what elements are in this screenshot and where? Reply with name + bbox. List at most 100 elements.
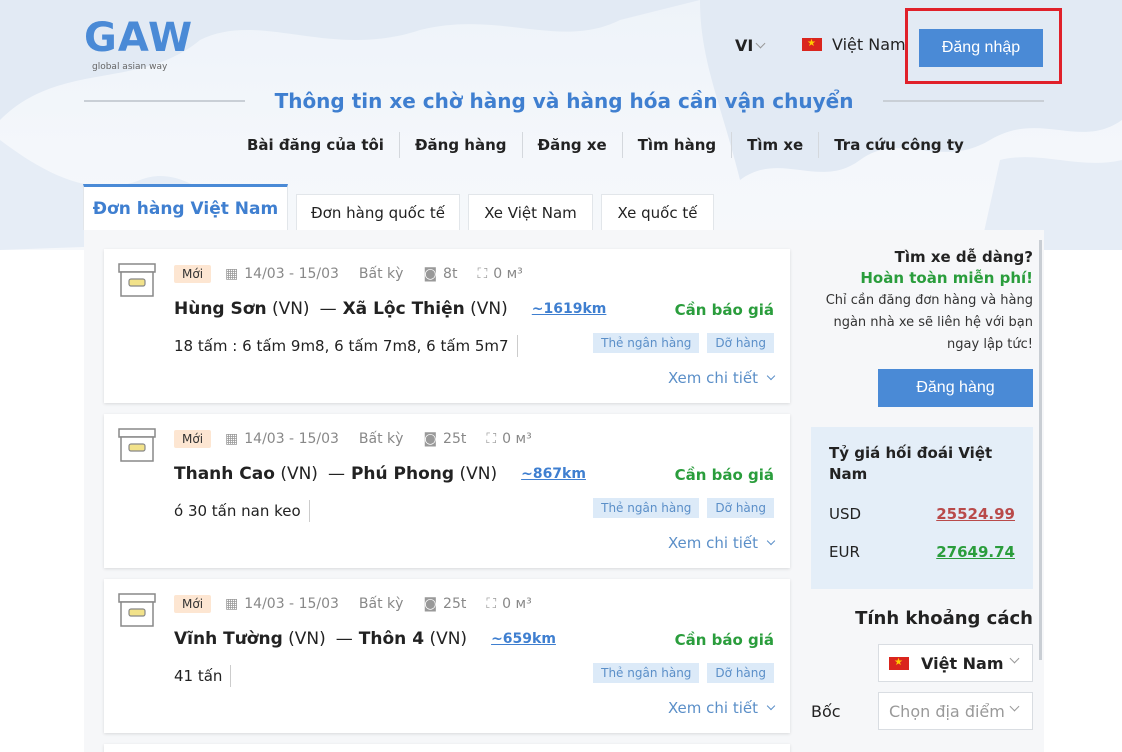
calendar-icon: ▦: [225, 596, 239, 612]
fx-row-usd: USD 25524.99: [829, 505, 1015, 523]
tab-international-vehicles[interactable]: Xe quốc tế: [601, 194, 714, 230]
logo[interactable]: GAW global asian way: [84, 16, 193, 72]
order-weight: 25t: [443, 596, 467, 612]
vietnam-flag-icon: [889, 656, 909, 670]
distance-link[interactable]: ~867km: [521, 466, 586, 482]
origin-code: (VN): [280, 464, 318, 484]
weight-icon: ◙: [423, 266, 438, 282]
fx-usd-label: USD: [829, 505, 862, 523]
tag-unloading: Dỡ hàng: [707, 333, 774, 353]
order-weight: 8t: [443, 266, 458, 282]
chevron-down-icon: [766, 701, 776, 711]
promo-text: Chỉ cần đăng đơn hàng và hàng ngàn nhà x…: [825, 293, 1033, 352]
promo-block: Tìm xe dễ dàng? Hoàn toàn miễn phí! Chỉ …: [811, 248, 1033, 356]
fx-eur-label: EUR: [829, 543, 860, 561]
order-route: Hùng Sơn (VN) — Xã Lộc Thiện (VN) ~1619k…: [174, 299, 607, 319]
view-details-label: Xem chi tiết: [667, 534, 758, 552]
cargo-box-icon: [118, 428, 156, 462]
language-selector[interactable]: VI: [735, 36, 766, 55]
order-route: Vĩnh Tường (VN) — Thôn 4 (VN) ~659km: [174, 629, 556, 649]
order-dates: 14/03 - 15/03: [244, 596, 339, 612]
calendar-icon: ▦: [225, 266, 239, 282]
nav-post-cargo[interactable]: Đăng hàng: [398, 132, 522, 158]
chevron-down-icon: [1009, 701, 1020, 712]
view-details-label: Xem chi tiết: [667, 699, 758, 717]
origin-code: (VN): [271, 299, 310, 319]
sidebar: Tìm xe dễ dàng? Hoàn toàn miễn phí! Chỉ …: [811, 230, 1033, 752]
tab-vietnam-orders[interactable]: Đơn hàng Việt Nam: [83, 184, 288, 230]
order-dates: 14/03 - 15/03: [244, 431, 339, 447]
order-volume: 0 м³: [493, 266, 523, 282]
tag-unloading: Dỡ hàng: [707, 498, 774, 518]
order-description: ó 30 tấn nan keo: [174, 500, 310, 522]
chevron-down-icon: [766, 536, 776, 546]
order-volume: 0 м³: [502, 431, 532, 447]
view-details-link[interactable]: Xem chi tiết: [667, 534, 776, 552]
order-weight: 25t: [443, 431, 467, 447]
order-card-partial[interactable]: [104, 744, 790, 752]
order-card[interactable]: Mới ▦ 14/03 - 15/03 Bất kỳ ◙ 25t ⛶ 0 м³ Vĩn…: [104, 579, 790, 733]
order-card[interactable]: Mới ▦ 14/03 - 15/03 Bất kỳ ◙ 25t ⛶ 0 м³ Tha…: [104, 414, 790, 568]
origin-code: (VN): [288, 629, 326, 649]
place-placeholder: Chọn địa điểm: [889, 701, 1005, 721]
chevron-down-icon: [1009, 653, 1020, 664]
destination-name: Phú Phong: [350, 464, 455, 484]
weight-icon: ◙: [423, 596, 438, 612]
volume-icon: ⛶: [477, 266, 488, 282]
place-select[interactable]: Chọn địa điểm: [878, 692, 1033, 730]
nav-my-posts[interactable]: Bài đăng của tôi: [232, 132, 399, 158]
title-divider-right: [883, 100, 1045, 102]
tab-bar: Đơn hàng Việt Nam Đơn hàng quốc tế Xe Vi…: [83, 184, 722, 230]
order-description: 18 tấm : 6 tấm 9m8, 6 tấm 7m8, 6 tấm 5m7: [174, 335, 518, 357]
chevron-down-icon: [755, 38, 766, 49]
cargo-box-icon: [118, 263, 156, 297]
nav-find-vehicle[interactable]: Tìm xe: [731, 132, 818, 158]
origin-name: Hùng Sơn: [174, 299, 267, 319]
distance-link[interactable]: ~1619km: [532, 301, 607, 317]
origin-name: Thanh Cao: [174, 464, 275, 484]
origin-name: Vĩnh Tường: [174, 629, 283, 649]
language-label: VI: [735, 36, 754, 55]
title-divider-left: [84, 100, 245, 102]
new-badge: Mới: [174, 265, 212, 283]
promo-free: Hoàn toàn miễn phí!: [860, 269, 1033, 287]
main-content: Mới ▦ 14/03 - 15/03 Bất kỳ ◙ 8t ⛶ 0 м³ Hùng…: [84, 230, 1044, 752]
nav-post-vehicle[interactable]: Đăng xe: [521, 132, 622, 158]
sidebar-scrollbar[interactable]: [1039, 240, 1042, 660]
nav-company-lookup[interactable]: Tra cứu công ty: [818, 132, 979, 158]
order-meta: Mới ▦ 14/03 - 15/03 Bất kỳ ◙ 25t ⛶ 0 м³: [174, 430, 552, 448]
distance-country-select[interactable]: Việt Nam: [878, 644, 1033, 682]
destination-code: (VN): [429, 629, 468, 649]
login-button[interactable]: Đăng nhập: [919, 29, 1043, 67]
exchange-rate-title: Tỷ giá hối đoái Việt Nam: [829, 444, 993, 483]
order-card[interactable]: Mới ▦ 14/03 - 15/03 Bất kỳ ◙ 8t ⛶ 0 м³ Hùng…: [104, 249, 790, 403]
tab-international-orders[interactable]: Đơn hàng quốc tế: [296, 194, 460, 230]
tab-vietnam-vehicles[interactable]: Xe Việt Nam: [468, 194, 593, 230]
tag-bank-card: Thẻ ngân hàng: [593, 498, 700, 518]
order-dates: 14/03 - 15/03: [244, 266, 339, 282]
order-meta: Mới ▦ 14/03 - 15/03 Bất kỳ ◙ 8t ⛶ 0 м³: [174, 265, 543, 283]
country-selector[interactable]: Việt Nam: [802, 35, 906, 54]
from-label: Bốc: [811, 702, 841, 721]
promo-heading: Tìm xe dễ dàng?: [894, 248, 1033, 266]
distance-link[interactable]: ~659km: [491, 631, 556, 647]
view-details-link[interactable]: Xem chi tiết: [667, 699, 776, 717]
post-cargo-button[interactable]: Đăng hàng: [878, 369, 1033, 407]
fx-usd-value[interactable]: 25524.99: [936, 505, 1015, 523]
price-status: Cần báo giá: [674, 301, 774, 319]
view-details-label: Xem chi tiết: [667, 369, 758, 387]
volume-icon: ⛶: [486, 431, 497, 447]
fx-row-eur: EUR 27649.74: [829, 543, 1015, 561]
view-details-link[interactable]: Xem chi tiết: [667, 369, 776, 387]
new-badge: Mới: [174, 595, 212, 613]
tag-unloading: Dỡ hàng: [707, 663, 774, 683]
order-tags: Thẻ ngân hàng Dỡ hàng: [593, 663, 774, 683]
order-volume: 0 м³: [502, 596, 532, 612]
fx-eur-value[interactable]: 27649.74: [936, 543, 1015, 561]
price-status: Cần báo giá: [674, 466, 774, 484]
vehicle-type: Bất kỳ: [358, 431, 404, 447]
nav-find-cargo[interactable]: Tìm hàng: [621, 132, 731, 158]
order-description: 41 tấn: [174, 665, 232, 687]
page-title: Thông tin xe chờ hàng và hàng hóa cần vậ…: [274, 89, 854, 113]
price-status: Cần báo giá: [674, 631, 774, 649]
